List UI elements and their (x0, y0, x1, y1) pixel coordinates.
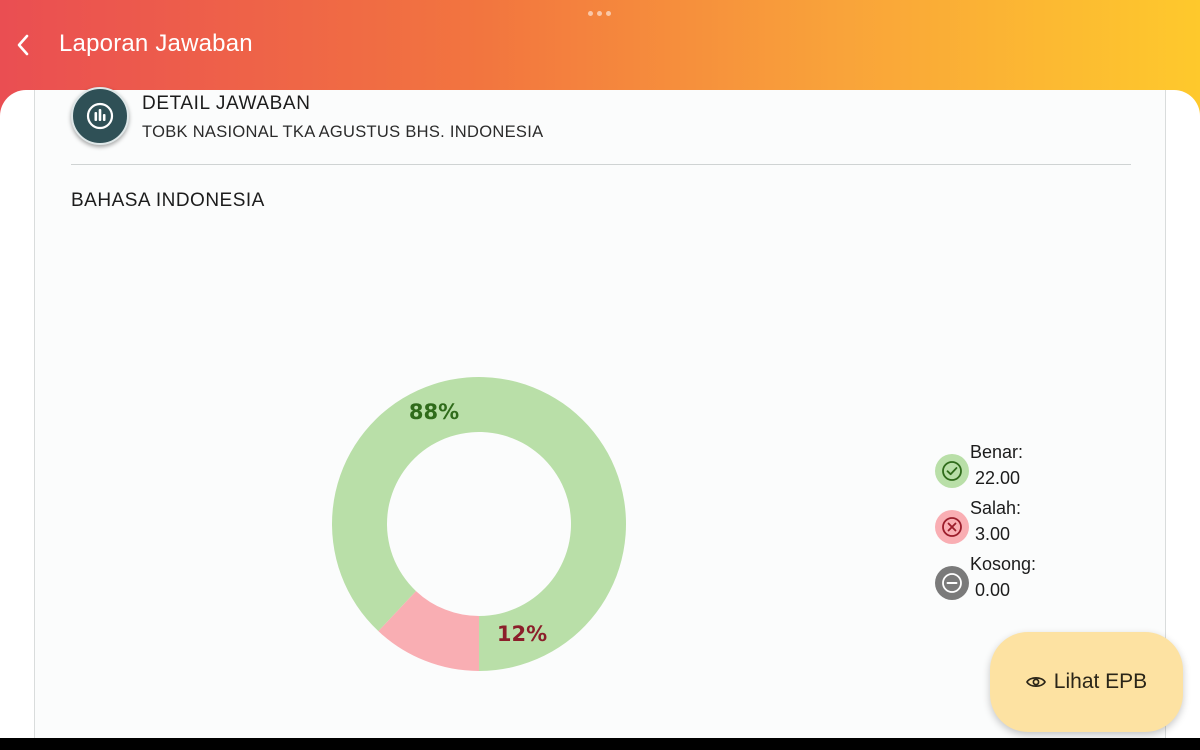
card-title: DETAIL JAWABAN (142, 93, 311, 114)
legend-label: Benar: (970, 442, 1024, 462)
back-button[interactable] (8, 27, 38, 63)
x-circle-icon (935, 510, 969, 544)
eye-icon (1025, 677, 1046, 687)
legend-value: 0.00 (975, 580, 1011, 600)
donut-chart: 88% 12% (332, 377, 626, 671)
legend-value: 22.00 (975, 468, 1021, 488)
donut-label-salah: 12% (497, 622, 547, 646)
bar-chart-icon (71, 87, 129, 145)
drag-handle[interactable] (588, 11, 611, 16)
lihat-epb-button[interactable]: Lihat EPB (990, 632, 1183, 732)
divider (71, 164, 1131, 165)
legend-label: Salah: (970, 498, 1022, 518)
chevron-left-icon (17, 34, 29, 56)
donut-label-benar: 88% (409, 400, 459, 424)
system-nav-bar (0, 738, 1200, 750)
section-title: BAHASA INDONESIA (71, 190, 265, 211)
page-title: Laporan Jawaban (59, 30, 253, 57)
legend-label: Kosong: (970, 554, 1037, 574)
check-circle-icon (935, 454, 969, 488)
report-card: DETAIL JAWABAN TOBK NASIONAL TKA AGUSTUS… (34, 87, 1166, 738)
legend-value: 3.00 (975, 524, 1011, 544)
card-subtitle: TOBK NASIONAL TKA AGUSTUS BHS. INDONESIA (142, 123, 544, 141)
minus-circle-icon (935, 566, 969, 600)
lihat-epb-label: Lihat EPB (1053, 670, 1148, 693)
